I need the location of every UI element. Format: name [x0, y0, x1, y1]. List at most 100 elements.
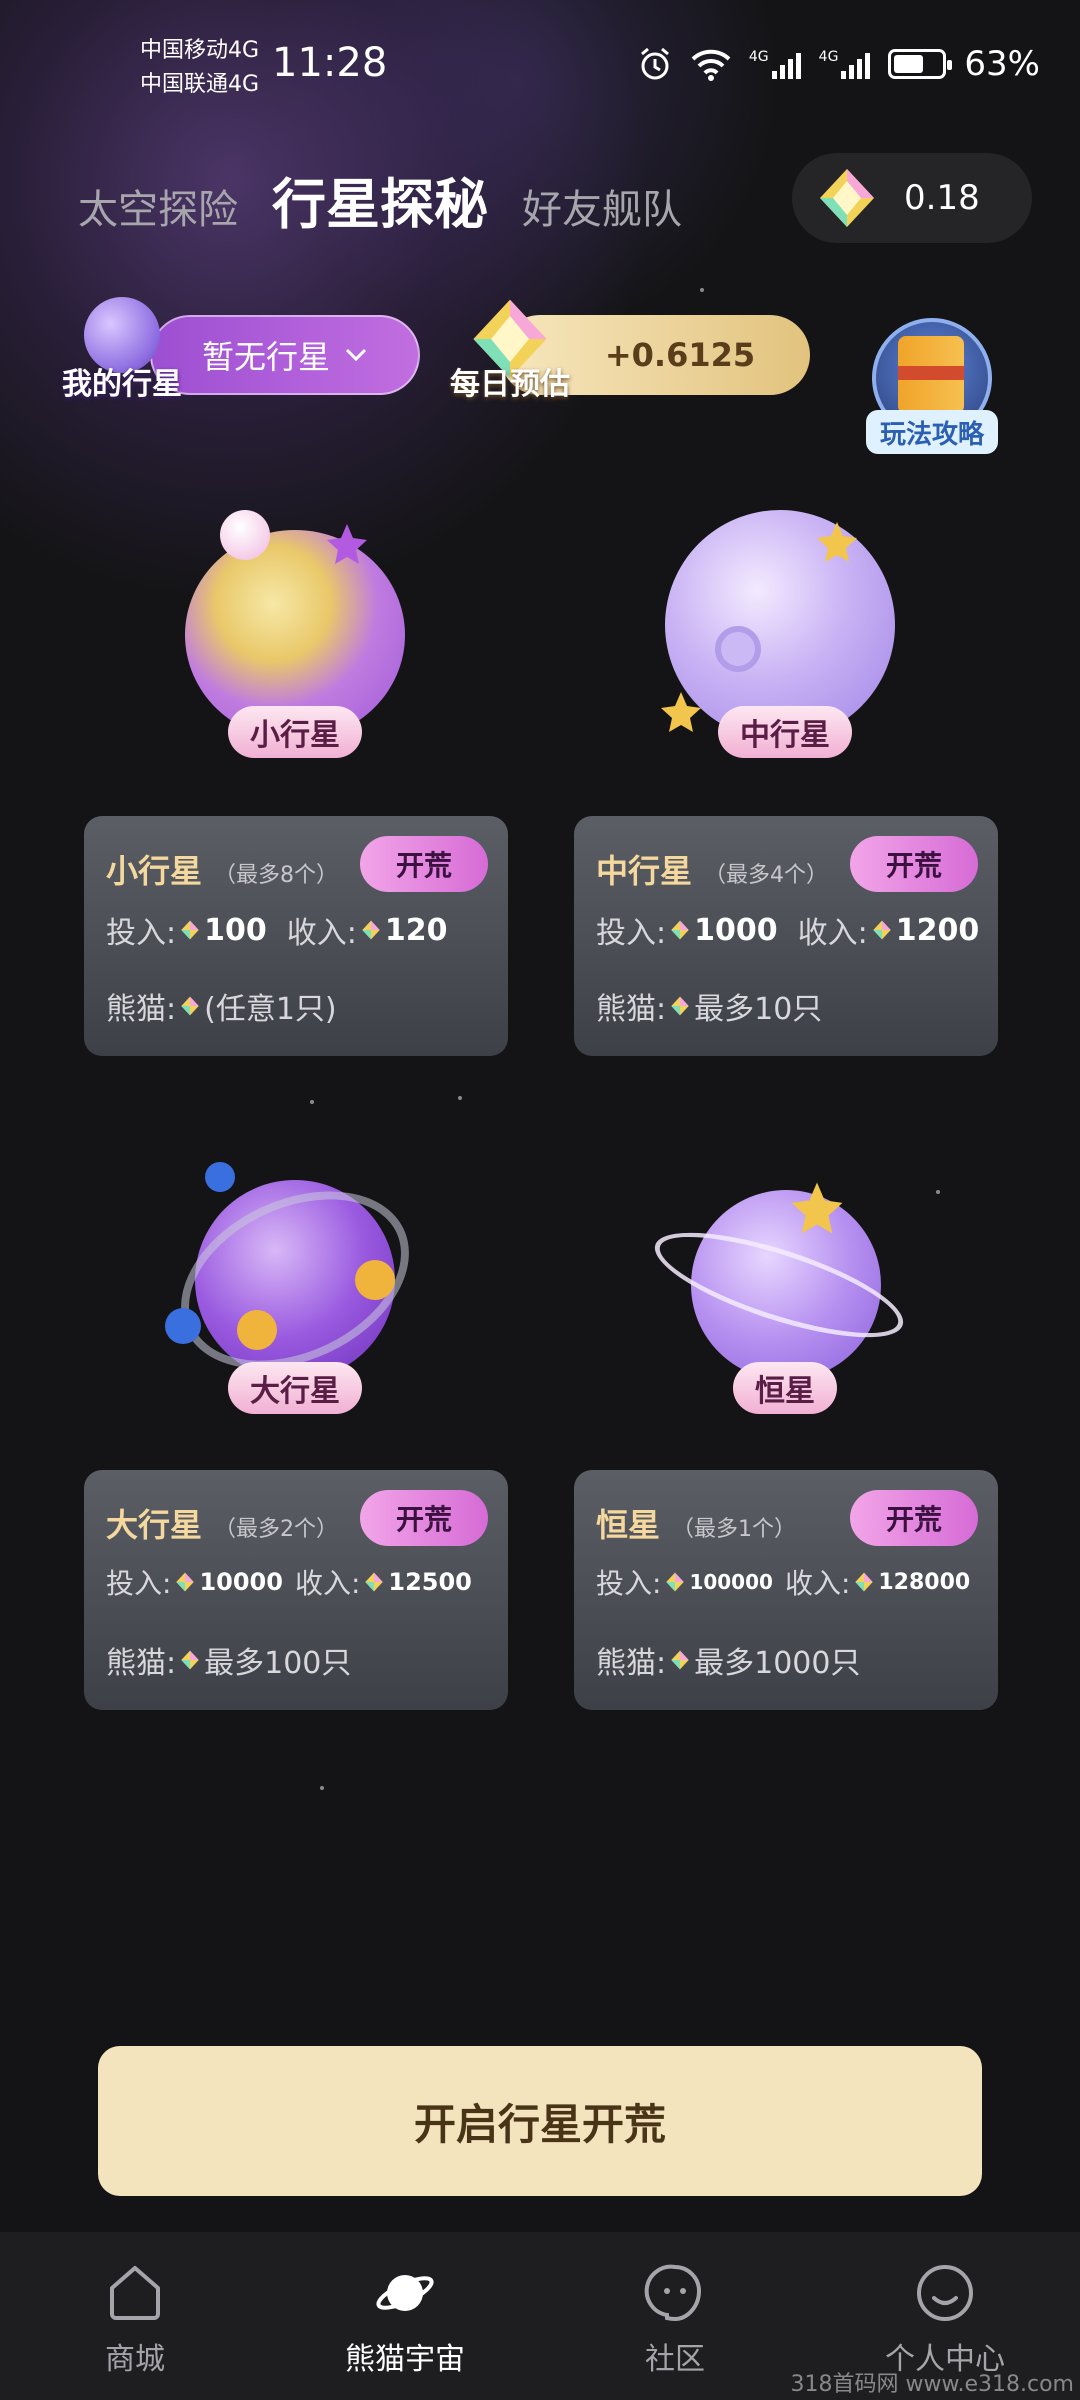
star-planet-tag: 恒星 [733, 1362, 837, 1414]
tab-space-adventure[interactable]: 太空探险 [78, 177, 238, 235]
gem-icon [666, 1572, 685, 1592]
planet-card-star: 恒星 （最多1个） 开荒 投入: 100000 收入: 128000 熊猫: 最… [574, 1470, 998, 1710]
panda-value: (任意1只) [204, 992, 337, 1027]
gem-icon [855, 1572, 874, 1592]
panda-label: 熊猫: [106, 1646, 177, 1681]
invest-label: 投入: [106, 916, 177, 951]
star-planet-image: 恒星 [644, 1150, 915, 1414]
gem-icon [362, 920, 380, 940]
panda-value: 最多100只 [204, 1646, 352, 1681]
my-planet-selector[interactable]: 暂无行星 我的行星 [62, 297, 420, 402]
panda-value: 最多1000只 [694, 1646, 861, 1681]
orbit-ball [205, 1162, 235, 1192]
develop-button[interactable]: 开荒 [360, 836, 488, 892]
card-title: 中行星 （最多4个） [596, 846, 828, 892]
clock: 11:28 [272, 40, 388, 86]
network-type-label: 4G [818, 49, 839, 65]
network-type-label: 4G [748, 49, 769, 65]
card-planet-name: 大行星 [106, 1506, 203, 1544]
invest-value: 100 [204, 912, 267, 948]
bottom-nav: 商城 熊猫宇宙 社区 个人中心 318首码网 www.e318.com [0, 2232, 1080, 2400]
star-icon [791, 1182, 843, 1234]
income-label: 收入: [294, 1567, 361, 1600]
panda-row: 熊猫: 最多10只 [596, 984, 822, 1028]
book-icon [898, 336, 964, 414]
card-planet-limit: （最多2个） [214, 1517, 339, 1542]
watermark: 318首码网 www.e318.com [790, 2372, 1074, 2397]
planet-card-medium: 中行星 （最多4个） 开荒 投入: 1000 收入: 1200 熊猫: 最多10… [574, 816, 998, 1056]
card-planet-name: 恒星 [596, 1506, 661, 1544]
panda-label: 熊猫: [106, 992, 177, 1027]
gem-icon [181, 996, 199, 1016]
gem-icon [181, 1650, 199, 1670]
guide-button[interactable]: 玩法攻略 [862, 318, 1002, 458]
small-planet-image: 小行星 [165, 500, 425, 760]
tab-planet-explore[interactable]: 行星探秘 [272, 160, 488, 239]
my-planet-label: 我的行星 [62, 367, 182, 402]
gem-balance-value: 0.18 [904, 178, 980, 218]
my-planet-value: 暂无行星 [201, 338, 330, 376]
community-icon [644, 2264, 702, 2322]
star-icon [817, 522, 857, 562]
medium-planet-tag: 中行星 [718, 706, 852, 758]
invest-label: 投入: [596, 1567, 662, 1600]
invest-value: 10000 [199, 1568, 283, 1596]
gem-icon [181, 920, 199, 940]
tab-friend-fleet[interactable]: 好友舰队 [522, 177, 682, 235]
wifi-icon [691, 49, 731, 81]
large-planet-image: 大行星 [152, 1150, 438, 1414]
signal-icon: 4G [819, 49, 871, 79]
income-label: 收入: [286, 916, 357, 951]
nav-shop[interactable]: 商城 [0, 2232, 270, 2400]
nav-panda-universe[interactable]: 熊猫宇宙 [270, 2232, 540, 2400]
crater [715, 626, 761, 672]
card-planet-name: 中行星 [596, 852, 693, 890]
my-planet-dropdown[interactable]: 暂无行星 [150, 315, 420, 395]
invest-income-row: 投入: 10000 收入: 12500 [106, 1562, 472, 1602]
medium-planet-image: 中行星 [655, 500, 915, 760]
develop-button[interactable]: 开荒 [360, 1490, 488, 1546]
gem-icon [816, 167, 878, 229]
gem-balance[interactable]: 0.18 [792, 153, 1032, 243]
star-dot [936, 1190, 940, 1194]
guide-label: 玩法攻略 [866, 410, 998, 454]
alarm-icon [640, 47, 669, 80]
gem-icon [365, 1572, 384, 1592]
star-dot [458, 1096, 462, 1100]
daily-estimate: +0.6125 每日预估 [450, 299, 810, 402]
star-icon [327, 524, 367, 564]
gem-icon [671, 1650, 689, 1670]
star-dot [310, 1100, 314, 1104]
income-label: 收入: [797, 916, 868, 951]
card-planet-limit: （最多4个） [704, 863, 829, 888]
income-label: 收入: [784, 1567, 851, 1600]
planet-icon [376, 2275, 434, 2311]
gem-icon [176, 1572, 195, 1592]
panda-row: 熊猫: (任意1只) [106, 984, 337, 1028]
top-tabs: 太空探险 行星探秘 好友舰队 [78, 160, 682, 239]
develop-button[interactable]: 开荒 [850, 1490, 978, 1546]
shop-icon [110, 2266, 160, 2320]
income-value: 12500 [388, 1568, 472, 1596]
battery-icon [888, 49, 953, 79]
income-value: 128000 [878, 1569, 971, 1595]
panda-value: 最多10只 [694, 992, 823, 1027]
start-planet-develop-button[interactable]: 开启行星开荒 [98, 2046, 982, 2196]
orbit-ball [355, 1260, 395, 1300]
card-title: 恒星 （最多1个） [596, 1500, 796, 1546]
signal-icon: 4G [749, 49, 801, 79]
gem-icon [873, 920, 891, 940]
battery-percent: 63% [964, 44, 1040, 84]
card-title: 大行星 （最多2个） [106, 1500, 338, 1546]
invest-income-row: 投入: 1000 收入: 1200 [596, 908, 979, 952]
nav-community[interactable]: 社区 [540, 2232, 810, 2400]
carrier-info: 中国移动4G 中国联通4G [140, 34, 259, 102]
star-dot [320, 1786, 324, 1790]
star-icon [661, 692, 701, 732]
chevron-down-icon [345, 348, 367, 362]
panda-row: 熊猫: 最多1000只 [596, 1638, 860, 1682]
invest-label: 投入: [106, 1567, 172, 1600]
develop-button[interactable]: 开荒 [850, 836, 978, 892]
nav-shop-label: 商城 [105, 2342, 165, 2377]
panda-label: 熊猫: [596, 1646, 667, 1681]
